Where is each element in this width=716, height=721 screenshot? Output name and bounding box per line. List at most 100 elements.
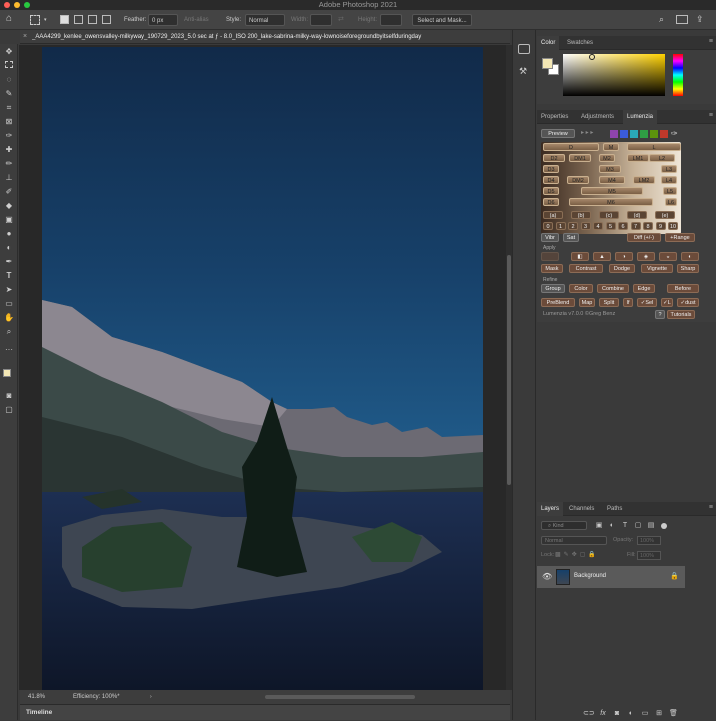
apply-button[interactable]: Dodge: [609, 264, 635, 273]
layer-row[interactable]: 👁 Background 🔒: [537, 566, 685, 588]
rectangle-tool-icon[interactable]: ▭: [2, 298, 16, 309]
hand-tool-icon[interactable]: ✋: [2, 312, 16, 323]
color-picker-cursor[interactable]: [589, 54, 595, 60]
refine-button[interactable]: Color: [569, 284, 593, 293]
intersect-selection-icon[interactable]: [102, 15, 111, 24]
brush-tool-icon[interactable]: ✏: [2, 158, 16, 169]
tab-layers[interactable]: Layers: [537, 502, 564, 516]
lumenzia-action-button[interactable]: ✓Sel: [637, 298, 657, 307]
properties-panel-icon[interactable]: ⚒: [519, 66, 527, 77]
lumenzia-action-button[interactable]: ✓dust: [677, 298, 699, 307]
zone-number-button[interactable]: 10: [668, 222, 678, 230]
gradient-tool-icon[interactable]: ▣: [2, 214, 16, 225]
home-icon[interactable]: ⌂: [6, 13, 12, 25]
antialias-checkbox[interactable]: Anti-alias: [184, 14, 209, 26]
zone-button-l6[interactable]: L6: [665, 198, 677, 206]
new-layer-icon[interactable]: ⊞: [655, 710, 663, 718]
refine-button[interactable]: Edge: [633, 284, 655, 293]
apply-icon-2[interactable]: ▲: [593, 252, 611, 261]
apply-button[interactable]: Vignette: [641, 264, 673, 273]
type-tool-icon[interactable]: T: [2, 270, 16, 281]
zone-letter-button[interactable]: (a): [543, 211, 563, 219]
zone-number-button[interactable]: 0: [543, 222, 553, 230]
zone-number-button[interactable]: 6: [618, 222, 628, 230]
blend-mode-select[interactable]: Normal: [541, 536, 607, 545]
zone-button-d6[interactable]: D6: [543, 198, 559, 206]
refine-button[interactable]: Combine: [597, 284, 629, 293]
zone-number-button[interactable]: 1: [555, 222, 566, 230]
clone-stamp-tool-icon[interactable]: ⊥: [2, 172, 16, 183]
apply-icon-1[interactable]: ◧: [571, 252, 589, 261]
scroll-thumb[interactable]: [507, 255, 511, 485]
history-panel-icon[interactable]: [518, 44, 530, 54]
quick-select-tool-icon[interactable]: ✎: [2, 88, 16, 99]
zone-number-button[interactable]: 8: [643, 222, 653, 230]
zone-button-m[interactable]: M: [603, 143, 619, 151]
quick-mask-icon[interactable]: ◙: [2, 390, 16, 401]
filter-adjust-icon[interactable]: ◐: [608, 522, 616, 530]
document-tab[interactable]: × _AAA4299_kenlee_owensvalley-milkyway_1…: [20, 30, 510, 44]
zone-button-dm1[interactable]: DM1: [569, 154, 591, 162]
frame-tool-icon[interactable]: ⊠: [2, 116, 16, 127]
zone-button-d3[interactable]: D3: [543, 165, 559, 173]
zone-button-m4[interactable]: M4: [599, 176, 625, 184]
hue-slider[interactable]: [673, 54, 683, 96]
range-button[interactable]: +Range: [665, 233, 695, 242]
zone-number-button[interactable]: 3: [580, 222, 591, 230]
status-menu-icon[interactable]: ›: [150, 690, 152, 704]
lumenzia-color-swatch[interactable]: [640, 130, 648, 138]
eraser-tool-icon[interactable]: ◆: [2, 200, 16, 211]
zone-button-l3[interactable]: L3: [661, 165, 677, 173]
style-select[interactable]: Normal: [245, 14, 285, 26]
apply-button[interactable]: Mask: [541, 264, 563, 273]
filter-shape-icon[interactable]: ▢: [634, 522, 642, 530]
zone-letter-button[interactable]: (c): [599, 211, 619, 219]
zone-number-button[interactable]: 4: [593, 222, 603, 230]
refine-button[interactable]: Before: [667, 284, 699, 293]
tab-adjustments[interactable]: Adjustments: [577, 110, 618, 124]
horizontal-scrollbar[interactable]: [265, 695, 415, 699]
filter-toggle[interactable]: [661, 523, 667, 529]
layer-filter-select[interactable]: ⌕ Kind: [541, 521, 587, 530]
move-tool-icon[interactable]: ✥: [2, 46, 16, 57]
swap-icon[interactable]: ⇄: [338, 14, 344, 26]
filter-pixel-icon[interactable]: ▣: [595, 522, 603, 530]
panel-menu-icon[interactable]: ≡: [709, 112, 713, 119]
chevron-down-icon[interactable]: ▾: [44, 14, 47, 26]
feather-input[interactable]: 0 px: [148, 14, 178, 26]
zone-button-lm1[interactable]: LM1: [627, 154, 649, 162]
dodge-tool-icon[interactable]: ◐: [2, 242, 16, 253]
workspace-icon[interactable]: [676, 15, 688, 24]
zone-letter-button[interactable]: (e): [655, 211, 675, 219]
history-brush-tool-icon[interactable]: ✐: [2, 186, 16, 197]
select-and-mask-button[interactable]: Select and Mask...: [412, 14, 472, 26]
apply-icon-5[interactable]: ◒: [659, 252, 677, 261]
close-tab-icon[interactable]: ×: [23, 30, 27, 44]
zoom-level[interactable]: 41.8%: [28, 690, 45, 704]
lumenzia-color-swatch[interactable]: [630, 130, 638, 138]
crop-tool-icon[interactable]: ⌗: [2, 102, 16, 113]
path-select-tool-icon[interactable]: ➤: [2, 284, 16, 295]
search-icon[interactable]: ⌕: [659, 13, 664, 25]
apply-icon-3[interactable]: ◑: [615, 252, 633, 261]
zone-button-d5[interactable]: D5: [543, 187, 559, 195]
maximize-window-button[interactable]: [24, 2, 30, 8]
zone-button-d2[interactable]: D2: [543, 154, 565, 162]
add-mask-icon[interactable]: ◙: [613, 710, 621, 718]
blur-tool-icon[interactable]: ●: [2, 228, 16, 239]
tab-paths[interactable]: Paths: [603, 502, 626, 516]
lumenzia-color-swatch[interactable]: [660, 130, 668, 138]
preview-select[interactable]: Preview: [541, 129, 575, 138]
close-window-button[interactable]: [4, 2, 10, 8]
apply-button[interactable]: Sharp: [677, 264, 699, 273]
tab-lumenzia[interactable]: Lumenzia: [623, 110, 658, 124]
marquee-tool-icon[interactable]: [2, 60, 16, 71]
zone-button-l[interactable]: L: [627, 143, 681, 151]
more-tools-icon[interactable]: ···: [2, 344, 16, 355]
eyedropper-tool-icon[interactable]: ✑: [2, 130, 16, 141]
zone-button-m2[interactable]: M2: [599, 154, 615, 162]
zone-button-lm2[interactable]: LM2: [633, 176, 655, 184]
healing-brush-tool-icon[interactable]: ✚: [2, 144, 16, 155]
height-input[interactable]: [380, 14, 402, 26]
adjustment-layer-icon[interactable]: ◐: [627, 710, 635, 718]
